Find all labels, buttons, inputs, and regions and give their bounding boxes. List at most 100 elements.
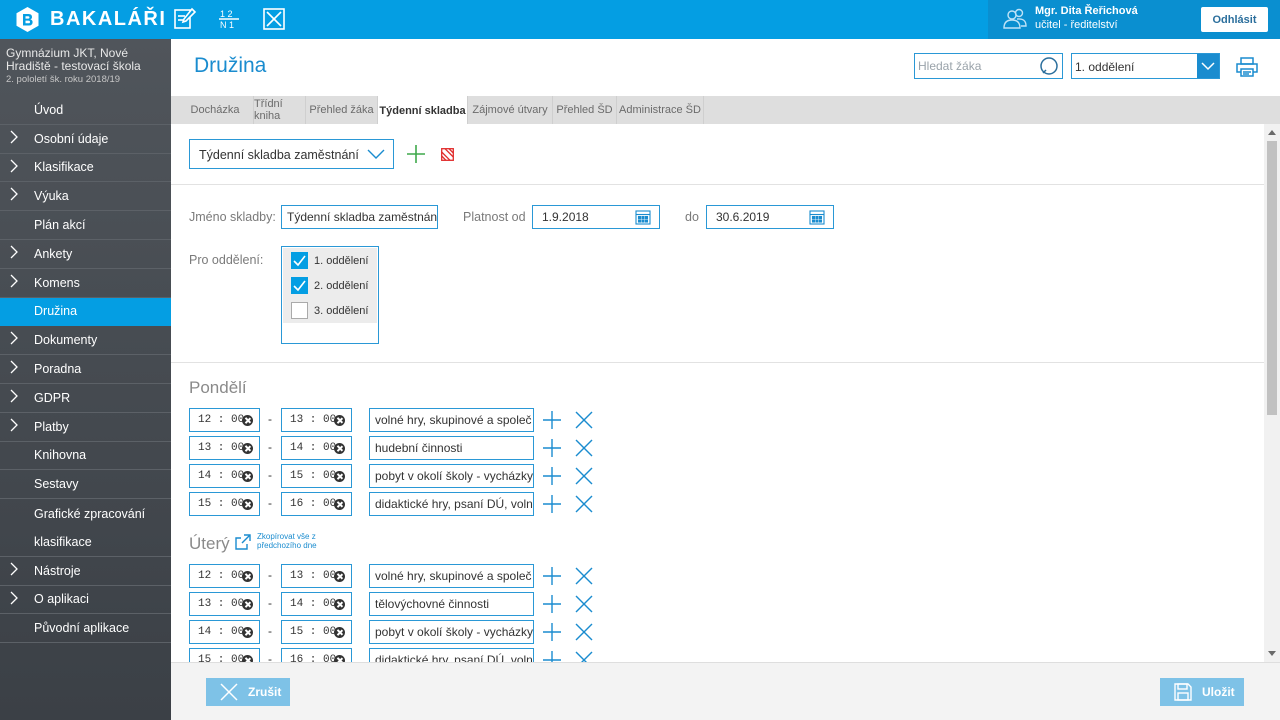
time-to-input[interactable]: 14 : 00 [281,436,352,460]
calendar-icon[interactable] [809,209,825,225]
schedule-name-input[interactable]: Týdenní skladba zaměstnání [281,205,438,229]
sidebar-item[interactable]: klasifikace [0,528,171,557]
tab[interactable]: Administrace ŠD [617,96,704,124]
time-to-input[interactable]: 15 : 00 [281,620,352,644]
sidebar-item[interactable]: Družina [0,297,171,327]
schedule-template-select[interactable]: Týdenní skladba zaměstnání [189,139,394,169]
department-select[interactable]: 1. oddělení [1071,53,1220,79]
time-to-input[interactable]: 13 : 00 [281,408,352,432]
edit-note-icon[interactable] [173,7,197,31]
sidebar-item[interactable]: Úvod [0,96,171,125]
time-from-input[interactable]: 14 : 00 [189,620,260,644]
delete-schedule-icon[interactable] [441,148,454,161]
time-to-input[interactable]: 16 : 00 [281,648,352,662]
tab[interactable]: Třídní kniha [254,96,306,124]
checkbox-checked[interactable] [291,252,308,269]
print-icon[interactable] [1236,57,1258,77]
activity-input[interactable]: hudební činnosti [369,436,534,460]
absence-box-icon[interactable] [262,7,286,31]
add-row-plus-icon[interactable] [542,466,562,486]
sidebar-item[interactable]: Poradna [0,355,171,384]
scroll-down-arrow[interactable] [1268,651,1276,656]
clear-time-icon[interactable] [334,655,345,662]
tab[interactable]: Přehled ŠD [553,96,617,124]
add-row-plus-icon[interactable] [542,650,562,662]
logo[interactable]: BAKALÁŘI [14,6,166,33]
sidebar-item[interactable]: Výuka [0,182,171,212]
activity-input[interactable]: didaktické hry, psaní DÚ, voln [369,492,534,516]
scrollbar-thumb[interactable] [1267,141,1277,415]
checkbox-unchecked[interactable] [291,302,308,319]
valid-to-input[interactable]: 30.6.2019 [706,205,834,229]
sidebar-item[interactable]: Komens [0,269,171,298]
sidebar-item[interactable]: GDPR [0,384,171,413]
clear-time-icon[interactable] [334,499,345,510]
remove-row-x-icon[interactable] [574,594,594,614]
clear-time-icon[interactable] [334,599,345,610]
time-to-input[interactable]: 16 : 00 [281,492,352,516]
tab[interactable]: Týdenní skladba [378,96,468,125]
remove-row-x-icon[interactable] [574,410,594,430]
sidebar-item[interactable]: Grafické zpracování [0,499,171,528]
time-to-input[interactable]: 13 : 00 [281,564,352,588]
department-option[interactable]: 3. oddělení [283,298,377,323]
time-to-input[interactable]: 14 : 00 [281,592,352,616]
clear-time-icon[interactable] [334,571,345,582]
sidebar-item[interactable]: Knihovna [0,442,171,471]
sidebar-item[interactable]: Nástroje [0,557,171,586]
clear-time-icon[interactable] [242,571,253,582]
clear-time-icon[interactable] [334,443,345,454]
sidebar-item[interactable]: O aplikaci [0,586,171,615]
clear-time-icon[interactable] [334,471,345,482]
clear-time-icon[interactable] [242,415,253,426]
time-from-input[interactable]: 12 : 00 [189,564,260,588]
tab[interactable]: Přehled žáka [306,96,378,124]
department-select-button[interactable] [1197,54,1219,78]
sidebar-item[interactable]: Platby [0,413,171,442]
remove-row-x-icon[interactable] [574,494,594,514]
sidebar-item[interactable]: Ankety [0,240,171,269]
department-option[interactable]: 1. oddělení [283,248,377,273]
clear-time-icon[interactable] [242,471,253,482]
time-from-input[interactable]: 13 : 00 [189,436,260,460]
clear-time-icon[interactable] [242,443,253,454]
content-scrollbar[interactable] [1264,124,1280,662]
activity-input[interactable]: didaktické hry, psaní DÚ, voln [369,648,534,662]
cancel-button[interactable]: Zrušit [206,678,290,706]
activity-input[interactable]: pobyt v okolí školy - vycházky [369,620,534,644]
time-from-input[interactable]: 15 : 00 [189,492,260,516]
time-to-input[interactable]: 15 : 00 [281,464,352,488]
tab[interactable]: Docházka [177,96,254,124]
logout-button[interactable]: Odhlásit [1201,7,1268,32]
department-option[interactable]: 2. oddělení [283,273,377,298]
clear-time-icon[interactable] [242,599,253,610]
activity-input[interactable]: tělovýchovné činnosti [369,592,534,616]
add-row-plus-icon[interactable] [542,622,562,642]
sidebar-item[interactable]: Osobní údaje [0,125,171,154]
time-from-input[interactable]: 12 : 00 [189,408,260,432]
tab[interactable]: Zájmové útvary [468,96,553,124]
calendar-icon[interactable] [635,209,651,225]
sidebar-item[interactable]: Sestavy [0,470,171,500]
remove-row-x-icon[interactable] [574,466,594,486]
remove-row-x-icon[interactable] [574,438,594,458]
clear-time-icon[interactable] [242,499,253,510]
clear-time-icon[interactable] [242,655,253,662]
student-search-input[interactable] [915,54,1035,78]
add-row-plus-icon[interactable] [542,410,562,430]
checkbox-checked[interactable] [291,277,308,294]
clear-time-icon[interactable] [334,415,345,426]
add-row-plus-icon[interactable] [542,494,562,514]
grades-fraction-icon[interactable]: 1 2 N 1 [217,7,241,31]
search-icon[interactable] [1039,56,1059,76]
time-from-input[interactable]: 13 : 00 [189,592,260,616]
activity-input[interactable]: volné hry, skupinové a společ [369,564,534,588]
activity-input[interactable]: pobyt v okolí školy - vycházky [369,464,534,488]
sidebar-item[interactable]: Dokumenty [0,326,171,356]
sidebar-item[interactable]: Plán akcí [0,211,171,240]
valid-from-input[interactable]: 1.9.2018 [532,205,660,229]
save-button[interactable]: Uložit [1160,678,1244,706]
scroll-up-arrow[interactable] [1268,130,1276,135]
add-row-plus-icon[interactable] [542,438,562,458]
add-row-plus-icon[interactable] [542,566,562,586]
